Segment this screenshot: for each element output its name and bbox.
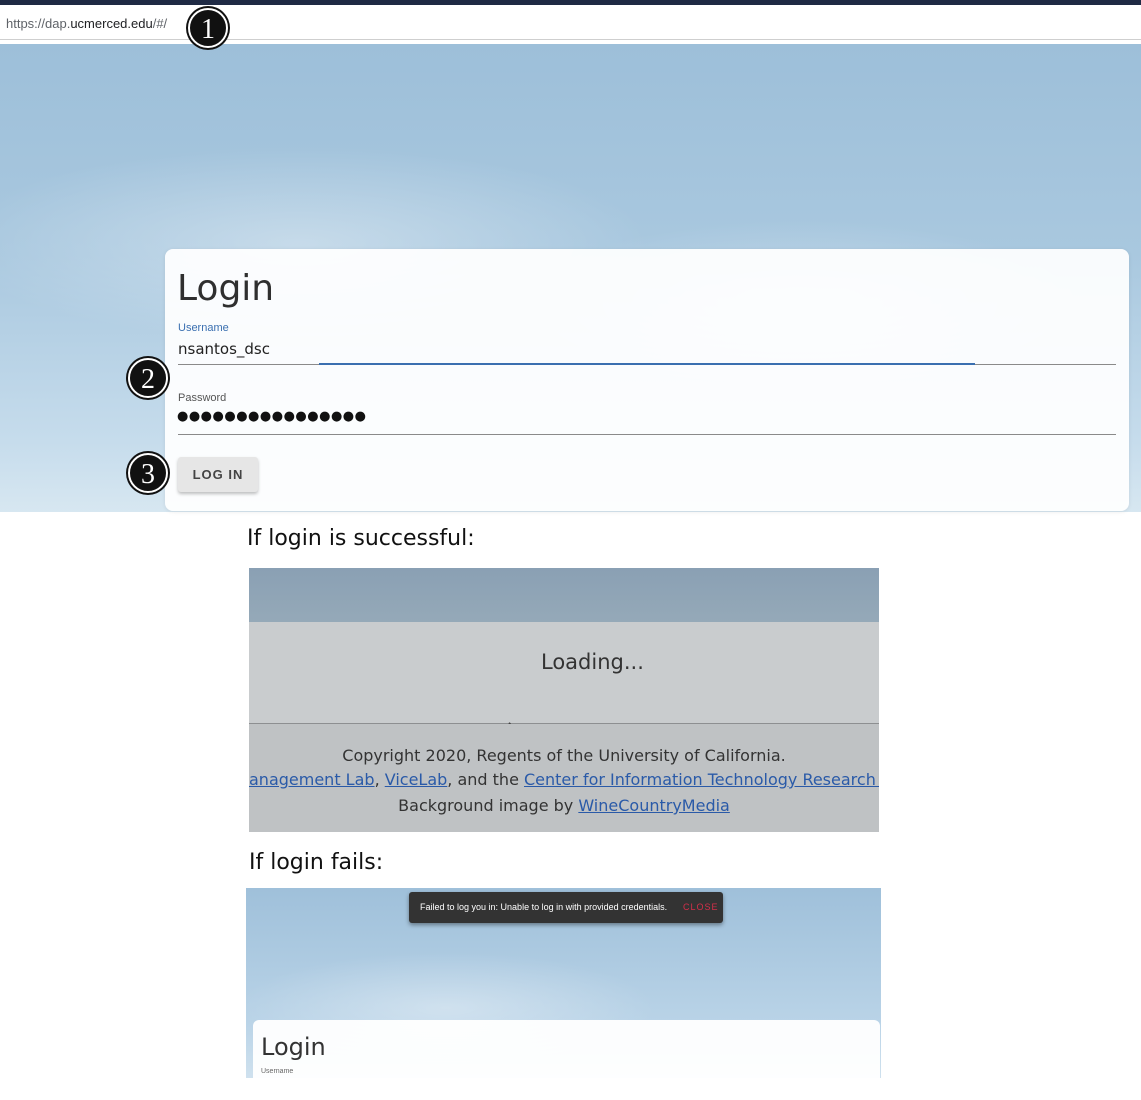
username-field[interactable]: nsantos_dsc <box>178 340 270 358</box>
loading-overlay: Loading... <box>249 622 879 742</box>
url-prefix: https://dap. <box>6 16 71 31</box>
url-host: ucmerced.edu <box>70 16 153 31</box>
step-badge-1: 1 <box>188 8 228 48</box>
winecountrymedia-link[interactable]: WineCountryMedia <box>578 796 730 815</box>
error-toast: Failed to log you in: Unable to log in w… <box>409 892 723 923</box>
copyright-text: Copyright 2020, Regents of the Universit… <box>342 746 786 765</box>
success-caption: If login is successful: <box>247 526 475 551</box>
login-button[interactable]: LOG IN <box>178 457 258 492</box>
password-underline <box>178 434 1116 435</box>
credits-link-vicelab[interactable]: ViceLab <box>385 770 448 789</box>
credits-link-lab[interactable]: anagement Lab <box>249 770 375 789</box>
loading-text: Loading... <box>541 650 644 674</box>
failure-login-title: Login <box>261 1033 326 1061</box>
background-credit: Background image by WineCountryMedia <box>249 796 879 815</box>
password-label: Password <box>178 392 227 404</box>
url-suffix: /#/ <box>152 16 168 31</box>
credits-separator: , <box>374 770 385 789</box>
step-badge-3: 3 <box>128 453 168 493</box>
step-badge-2: 2 <box>128 358 168 398</box>
failure-login-card <box>253 1020 880 1078</box>
failure-username-label: Username <box>261 1068 294 1075</box>
username-label: Username <box>178 322 229 334</box>
login-card <box>165 249 1129 511</box>
toast-close-button[interactable]: CLOSE <box>683 902 719 912</box>
background-credit-prefix: Background image by <box>398 796 579 815</box>
credits-link-citris[interactable]: Center for Information Technology Resear… <box>524 770 879 789</box>
credits-line: anagement Lab, ViceLab, and the Center f… <box>249 770 879 789</box>
password-field[interactable]: ●●●●●●●●●●●●●●●● <box>177 409 367 424</box>
failure-caption: If login fails: <box>249 850 384 875</box>
address-bar[interactable]: https://dap.ucmerced.edu/#/ <box>0 5 1141 40</box>
credits-separator: , and the <box>447 770 524 789</box>
failure-screenshot: Failed to log you in: Unable to log in w… <box>246 888 881 1078</box>
username-focus-bar <box>319 363 975 365</box>
login-title: Login <box>177 268 275 309</box>
toast-message: Failed to log you in: Unable to log in w… <box>420 902 668 912</box>
success-screenshot: Loading... Copyright 2020, Regents of th… <box>249 568 879 832</box>
success-background <box>249 568 879 622</box>
url-text[interactable]: https://dap.ucmerced.edu/#/ <box>6 16 167 31</box>
